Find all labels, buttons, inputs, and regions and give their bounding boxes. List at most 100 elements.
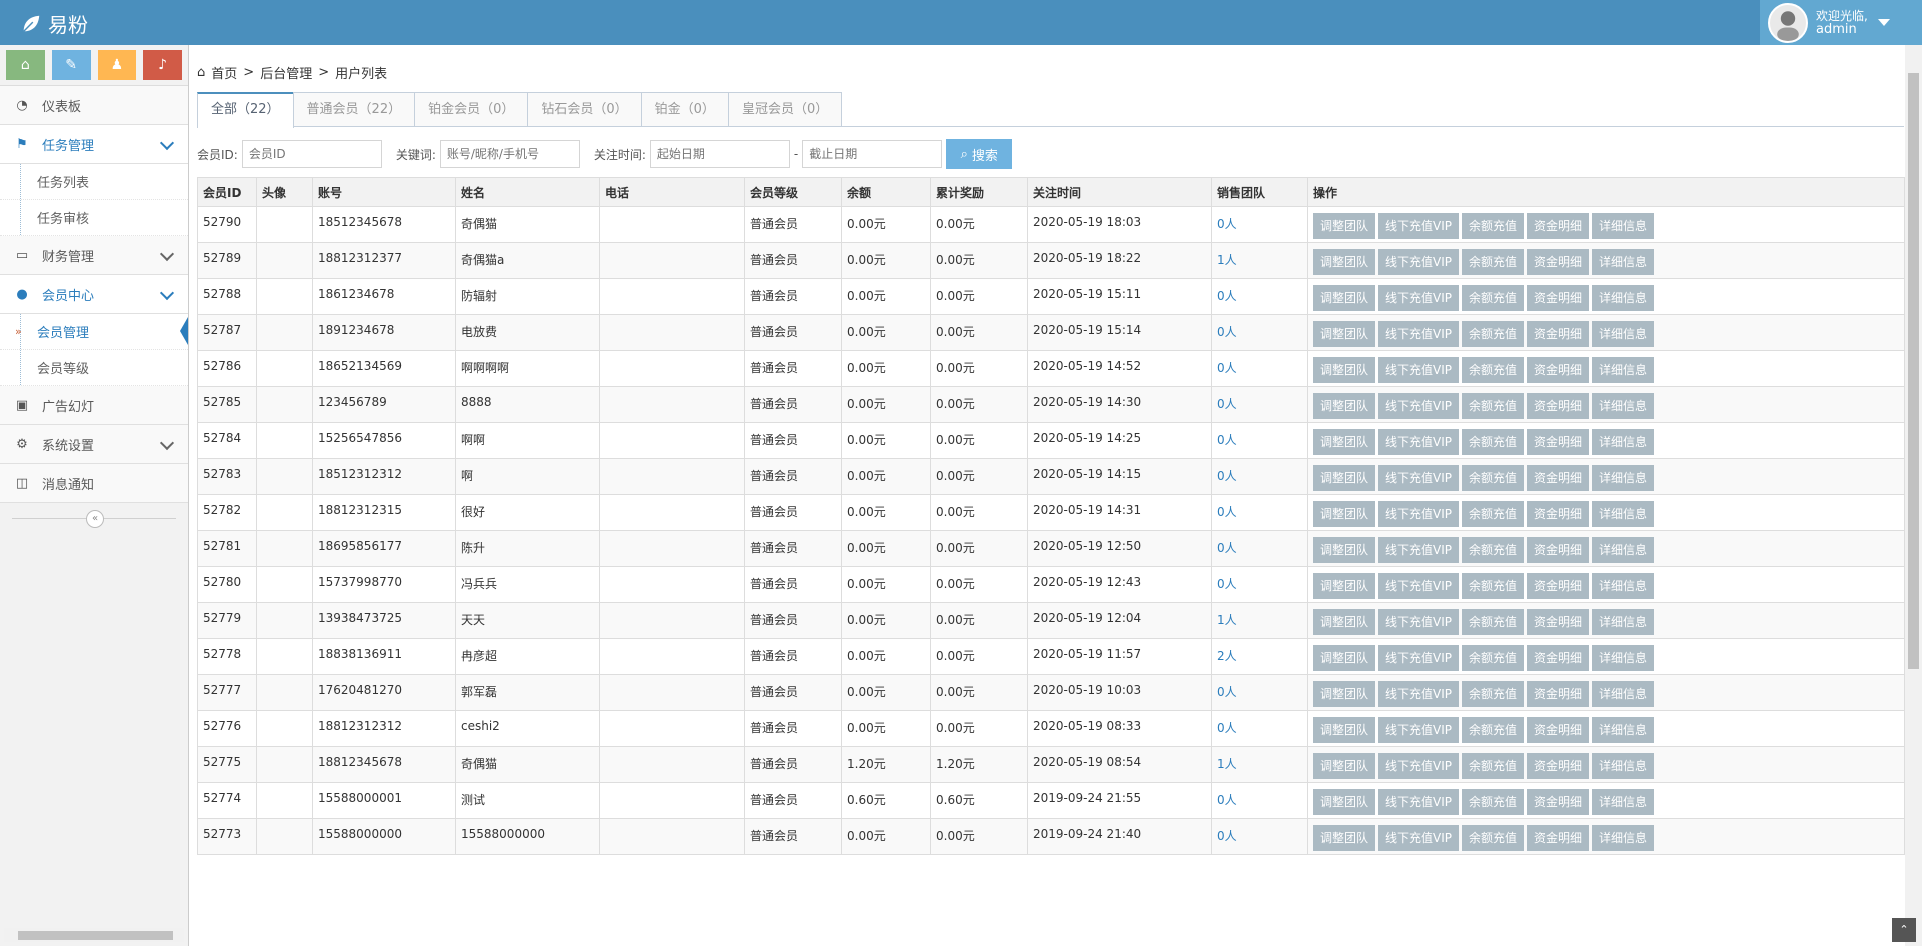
cell-sales-team[interactable]: 2人: [1211, 638, 1308, 675]
tab-platinum[interactable]: 铂金（0）: [640, 92, 729, 126]
sidebar-item-finance[interactable]: ▭ 财务管理: [0, 236, 188, 275]
keyword-input[interactable]: [439, 140, 580, 168]
detail-info-button[interactable]: 详细信息: [1592, 609, 1655, 635]
fund-details-button[interactable]: 资金明细: [1527, 609, 1590, 635]
balance-recharge-button[interactable]: 余额充值: [1462, 501, 1525, 527]
adjust-team-button[interactable]: 调整团队: [1313, 573, 1376, 599]
tab-crown[interactable]: 皇冠会员（0）: [727, 92, 843, 126]
member-id-input[interactable]: [241, 140, 382, 168]
fund-details-button[interactable]: 资金明细: [1527, 465, 1590, 491]
adjust-team-button[interactable]: 调整团队: [1313, 645, 1376, 671]
breadcrumb-level1[interactable]: 后台管理: [260, 63, 312, 82]
fund-details-button[interactable]: 资金明细: [1527, 681, 1590, 707]
detail-info-button[interactable]: 详细信息: [1592, 753, 1655, 779]
start-date-input[interactable]: [649, 140, 790, 168]
detail-info-button[interactable]: 详细信息: [1592, 429, 1655, 455]
adjust-team-button[interactable]: 调整团队: [1313, 609, 1376, 635]
fund-details-button[interactable]: 资金明细: [1527, 573, 1590, 599]
fund-details-button[interactable]: 资金明细: [1527, 249, 1590, 275]
offline-vip-recharge-button[interactable]: 线下充值VIP: [1378, 537, 1460, 563]
header-member-id[interactable]: 会员ID: [197, 177, 257, 207]
cell-sales-team[interactable]: 1人: [1211, 242, 1308, 279]
balance-recharge-button[interactable]: 余额充值: [1462, 609, 1525, 635]
cell-sales-team[interactable]: 0人: [1211, 818, 1308, 855]
detail-info-button[interactable]: 详细信息: [1592, 789, 1655, 815]
cell-sales-team[interactable]: 0人: [1211, 314, 1308, 351]
fund-details-button[interactable]: 资金明细: [1527, 357, 1590, 383]
fund-details-button[interactable]: 资金明细: [1527, 393, 1590, 419]
balance-recharge-button[interactable]: 余额充值: [1462, 645, 1525, 671]
offline-vip-recharge-button[interactable]: 线下充值VIP: [1378, 681, 1460, 707]
balance-recharge-button[interactable]: 余额充值: [1462, 717, 1525, 743]
offline-vip-recharge-button[interactable]: 线下充值VIP: [1378, 789, 1460, 815]
balance-recharge-button[interactable]: 余额充值: [1462, 249, 1525, 275]
adjust-team-button[interactable]: 调整团队: [1313, 681, 1376, 707]
sidebar-item-members[interactable]: ● 会员中心: [0, 275, 188, 314]
cell-sales-team[interactable]: 0人: [1211, 206, 1308, 243]
adjust-team-button[interactable]: 调整团队: [1313, 789, 1376, 815]
detail-info-button[interactable]: 详细信息: [1592, 825, 1655, 851]
fund-details-button[interactable]: 资金明细: [1527, 789, 1590, 815]
offline-vip-recharge-button[interactable]: 线下充值VIP: [1378, 609, 1460, 635]
balance-recharge-button[interactable]: 余额充值: [1462, 465, 1525, 491]
user-menu[interactable]: 欢迎光临, admin: [1760, 0, 1922, 45]
adjust-team-button[interactable]: 调整团队: [1313, 285, 1376, 311]
sidebar-subitem-task-review[interactable]: 任务审核: [0, 200, 188, 236]
offline-vip-recharge-button[interactable]: 线下充值VIP: [1378, 321, 1460, 347]
cell-sales-team[interactable]: 0人: [1211, 386, 1308, 423]
header-balance[interactable]: 余额: [841, 177, 931, 207]
offline-vip-recharge-button[interactable]: 线下充值VIP: [1378, 357, 1460, 383]
app-logo[interactable]: 易粉: [20, 9, 88, 38]
detail-info-button[interactable]: 详细信息: [1592, 285, 1655, 311]
page-vertical-scrollbar[interactable]: [1905, 45, 1922, 946]
offline-vip-recharge-button[interactable]: 线下充值VIP: [1378, 429, 1460, 455]
sidebar-item-ads[interactable]: ▣ 广告幻灯: [0, 386, 188, 425]
search-button[interactable]: ⌕ 搜索: [946, 139, 1013, 169]
sidebar-horizontal-scrollbar[interactable]: [4, 928, 184, 942]
sidebar-subitem-member-management[interactable]: » 会员管理: [0, 314, 188, 350]
detail-info-button[interactable]: 详细信息: [1592, 537, 1655, 563]
sidebar-item-tasks[interactable]: ⚑ 任务管理: [0, 125, 188, 164]
adjust-team-button[interactable]: 调整团队: [1313, 825, 1376, 851]
home-shortcut-button[interactable]: ⌂: [6, 50, 45, 80]
cell-sales-team[interactable]: 1人: [1211, 746, 1308, 783]
offline-vip-recharge-button[interactable]: 线下充值VIP: [1378, 645, 1460, 671]
cell-sales-team[interactable]: 0人: [1211, 458, 1308, 495]
tab-platinum-member[interactable]: 铂金会员（0）: [414, 92, 529, 126]
offline-vip-recharge-button[interactable]: 线下充值VIP: [1378, 213, 1460, 239]
cell-sales-team[interactable]: 0人: [1211, 710, 1308, 747]
fund-details-button[interactable]: 资金明细: [1527, 213, 1590, 239]
header-account[interactable]: 账号: [312, 177, 456, 207]
fund-details-button[interactable]: 资金明细: [1527, 717, 1590, 743]
adjust-team-button[interactable]: 调整团队: [1313, 393, 1376, 419]
header-sales-team[interactable]: 销售团队: [1211, 177, 1308, 207]
cell-sales-team[interactable]: 0人: [1211, 278, 1308, 315]
adjust-team-button[interactable]: 调整团队: [1313, 465, 1376, 491]
balance-recharge-button[interactable]: 余额充值: [1462, 321, 1525, 347]
detail-info-button[interactable]: 详细信息: [1592, 321, 1655, 347]
balance-recharge-button[interactable]: 余额充值: [1462, 753, 1525, 779]
users-shortcut-button[interactable]: ♟: [97, 50, 137, 80]
offline-vip-recharge-button[interactable]: 线下充值VIP: [1378, 573, 1460, 599]
header-name[interactable]: 姓名: [455, 177, 600, 207]
adjust-team-button[interactable]: 调整团队: [1313, 717, 1376, 743]
breadcrumb-home[interactable]: 首页: [211, 63, 237, 82]
adjust-team-button[interactable]: 调整团队: [1313, 321, 1376, 347]
detail-info-button[interactable]: 详细信息: [1592, 465, 1655, 491]
fund-details-button[interactable]: 资金明细: [1527, 825, 1590, 851]
fund-details-button[interactable]: 资金明细: [1527, 285, 1590, 311]
fund-details-button[interactable]: 资金明细: [1527, 321, 1590, 347]
end-date-input[interactable]: [802, 140, 943, 168]
double-angle-left-icon[interactable]: «: [86, 510, 104, 528]
offline-vip-recharge-button[interactable]: 线下充值VIP: [1378, 393, 1460, 419]
balance-recharge-button[interactable]: 余额充值: [1462, 573, 1525, 599]
cell-sales-team[interactable]: 0人: [1211, 674, 1308, 711]
header-level[interactable]: 会员等级: [744, 177, 842, 207]
sidebar-item-messages[interactable]: ◫ 消息通知: [0, 464, 188, 503]
cell-sales-team[interactable]: 1人: [1211, 602, 1308, 639]
cell-sales-team[interactable]: 0人: [1211, 422, 1308, 459]
fund-details-button[interactable]: 资金明细: [1527, 429, 1590, 455]
fund-details-button[interactable]: 资金明细: [1527, 753, 1590, 779]
balance-recharge-button[interactable]: 余额充值: [1462, 681, 1525, 707]
balance-recharge-button[interactable]: 余额充值: [1462, 537, 1525, 563]
